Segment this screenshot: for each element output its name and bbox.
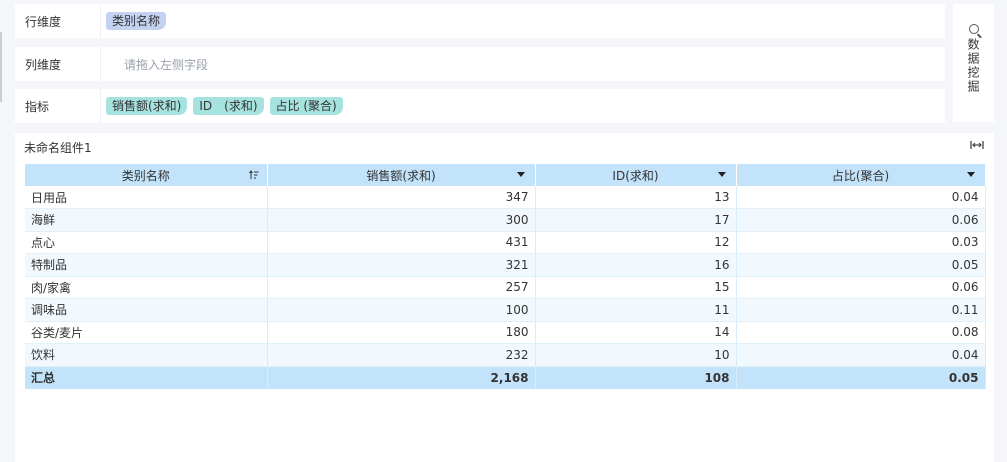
cell-category[interactable]: 点心 [25, 231, 268, 254]
row-dimension-zone: 行维度 类别名称 [15, 4, 945, 38]
component-title[interactable]: 未命名组件1 [24, 139, 92, 156]
data-table: 类别名称 销售额(求和) ID(求和) 占比(聚合) 日用品 347 13 0.… [25, 164, 986, 389]
header-category[interactable]: 类别名称 [25, 164, 268, 186]
cell-ratio[interactable]: 0.11 [736, 298, 986, 322]
cell-sales[interactable]: 347 [267, 186, 536, 209]
column-dimension-placeholder: 请拖入左侧字段 [124, 57, 209, 72]
cell-category[interactable]: 谷类/麦片 [25, 321, 268, 344]
table-row: 海鲜 300 17 0.06 [25, 208, 986, 232]
column-dimension-zone: 列维度 请拖入左侧字段 [15, 47, 945, 81]
table-total-row: 汇总 2,168 108 0.05 [25, 366, 986, 389]
total-ratio[interactable]: 0.05 [736, 366, 986, 389]
header-id[interactable]: ID(求和) [535, 164, 737, 186]
cell-sales[interactable]: 321 [267, 253, 536, 277]
metrics-drop-area[interactable]: 销售额(求和) ID (求和) 占比 (聚合) [101, 89, 945, 123]
cell-category[interactable]: 日用品 [25, 186, 268, 209]
table-row: 肉/家禽 257 15 0.06 [25, 276, 986, 299]
cell-category[interactable]: 调味品 [25, 298, 268, 322]
dropdown-arrow-icon[interactable] [717, 172, 726, 177]
metrics-zone: 指标 销售额(求和) ID (求和) 占比 (聚合) [15, 89, 945, 123]
cell-ratio[interactable]: 0.03 [736, 231, 986, 254]
table-row: 调味品 100 11 0.11 [25, 298, 986, 322]
metrics-label: 指标 [15, 89, 101, 123]
left-edge [0, 0, 15, 462]
row-field-pill-category[interactable]: 类别名称 [106, 12, 167, 30]
table-row: 谷类/麦片 180 14 0.08 [25, 321, 986, 344]
table-header-row: 类别名称 销售额(求和) ID(求和) 占比(聚合) [25, 164, 986, 186]
metric-pill-sales[interactable]: 销售额(求和) [106, 97, 188, 115]
cell-ratio[interactable]: 0.08 [736, 321, 986, 344]
cell-ratio[interactable]: 0.04 [736, 186, 986, 209]
cell-id[interactable]: 17 [535, 208, 737, 232]
row-dimension-label: 行维度 [15, 4, 101, 38]
header-sales-label: 销售额(求和) [366, 168, 436, 183]
cell-id[interactable]: 15 [535, 276, 737, 299]
dropdown-arrow-icon[interactable] [966, 172, 975, 177]
header-ratio-label: 占比(聚合) [831, 168, 890, 183]
dropdown-arrow-icon[interactable] [516, 172, 525, 177]
sort-icon[interactable] [248, 170, 259, 180]
cell-category[interactable]: 特制品 [25, 253, 268, 277]
metric-pill-ratio[interactable]: 占比 (聚合) [269, 97, 343, 115]
cell-id[interactable]: 13 [535, 186, 737, 209]
left-scroll-strip[interactable] [0, 32, 2, 102]
table-row: 日用品 347 13 0.04 [25, 186, 986, 209]
data-mining-button[interactable]: 数据挖掘 [953, 4, 994, 122]
table-row: 特制品 321 16 0.05 [25, 253, 986, 277]
cell-sales[interactable]: 300 [267, 208, 536, 232]
header-category-label: 类别名称 [121, 168, 170, 183]
data-mining-label: 数据挖掘 [966, 38, 980, 94]
cell-id[interactable]: 12 [535, 231, 737, 254]
row-dimension-drop-area[interactable]: 类别名称 [101, 4, 945, 38]
total-label: 汇总 [25, 366, 268, 389]
cell-id[interactable]: 11 [535, 298, 737, 322]
table-row: 饮料 232 10 0.04 [25, 343, 986, 367]
cell-sales[interactable]: 232 [267, 343, 536, 367]
cell-category[interactable]: 饮料 [25, 343, 268, 367]
cell-ratio[interactable]: 0.05 [736, 253, 986, 277]
cell-id[interactable]: 10 [535, 343, 737, 367]
metric-pill-id[interactable]: ID (求和) [193, 97, 264, 115]
cell-ratio[interactable]: 0.06 [736, 276, 986, 299]
total-sales[interactable]: 2,168 [267, 366, 536, 389]
cell-category[interactable]: 海鲜 [25, 208, 268, 232]
cell-sales[interactable]: 100 [267, 298, 536, 322]
header-ratio[interactable]: 占比(聚合) [736, 164, 986, 186]
header-id-label: ID(求和) [612, 168, 659, 183]
search-icon [968, 24, 979, 34]
cell-id[interactable]: 16 [535, 253, 737, 277]
column-dimension-drop-area[interactable]: 请拖入左侧字段 [101, 47, 945, 81]
header-sales[interactable]: 销售额(求和) [267, 164, 536, 186]
total-id[interactable]: 108 [535, 366, 737, 389]
fit-width-icon[interactable] [970, 139, 984, 151]
cell-ratio[interactable]: 0.04 [736, 343, 986, 367]
cell-id[interactable]: 14 [535, 321, 737, 344]
table-row: 点心 431 12 0.03 [25, 231, 986, 254]
cell-sales[interactable]: 257 [267, 276, 536, 299]
column-dimension-label: 列维度 [15, 47, 101, 81]
table-component: 未命名组件1 类别名称 销售额(求和) ID(求和) 占比(聚合) 日用品 34… [15, 133, 994, 462]
cell-sales[interactable]: 180 [267, 321, 536, 344]
cell-sales[interactable]: 431 [267, 231, 536, 254]
cell-category[interactable]: 肉/家禽 [25, 276, 268, 299]
cell-ratio[interactable]: 0.06 [736, 208, 986, 232]
